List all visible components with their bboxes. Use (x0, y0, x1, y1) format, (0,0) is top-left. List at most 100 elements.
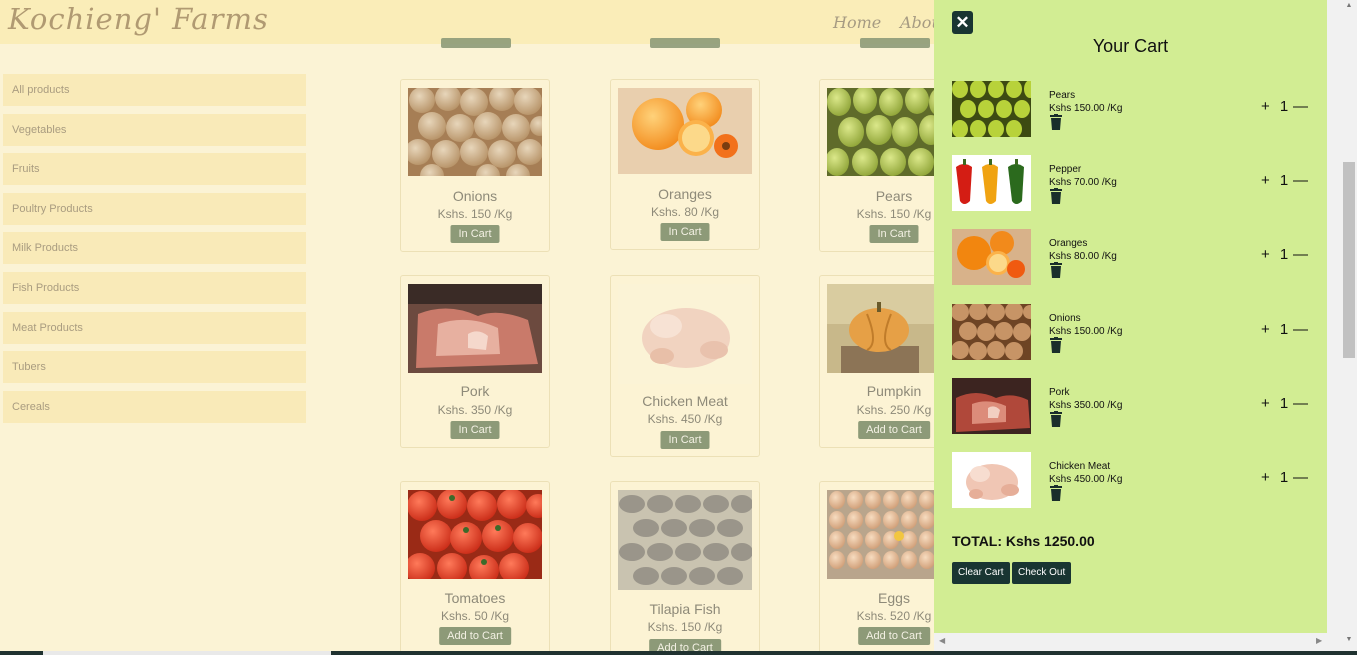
pears-image (827, 88, 941, 176)
cart-horizontal-scrollbar[interactable]: ◀ ▶ (934, 633, 1327, 651)
category-tubers[interactable]: Tubers (3, 351, 306, 384)
category-fish-products[interactable]: Fish Products (3, 271, 306, 304)
product-name: Tomatoes (444, 590, 506, 606)
bottom-bar (0, 651, 1357, 655)
quantity-stepper: +1— (1261, 172, 1321, 189)
add-to-cart-button[interactable]: Add to Cart (858, 421, 930, 439)
cart-item-price: Kshs 150.00 /Kg (1049, 103, 1123, 114)
in-cart-button[interactable]: In Cart (660, 223, 710, 241)
cart-item-price: Kshs 150.00 /Kg (1049, 326, 1123, 337)
category-fruits[interactable]: Fruits (3, 153, 306, 186)
category-cereals[interactable]: Cereals (3, 390, 306, 423)
partial-product-button[interactable] (860, 38, 930, 48)
check-out-button[interactable]: Check Out (1012, 562, 1072, 584)
nav-home-link[interactable]: Home (833, 13, 881, 32)
cart-item-onions: Onions Kshs 150.00 /Kg +1— (952, 304, 1312, 360)
cart-item-price: Kshs 350.00 /Kg (1049, 400, 1123, 411)
product-name: Oranges (658, 186, 712, 202)
trash-icon[interactable] (1049, 188, 1063, 204)
partial-product-button[interactable] (441, 38, 511, 48)
close-icon[interactable]: ✕ (952, 11, 973, 34)
product-price: Kshs. 150 /Kg (437, 207, 513, 221)
onions-image (408, 88, 542, 176)
category-milk-products[interactable]: Milk Products (3, 232, 306, 265)
decrease-quantity-button[interactable]: — (1293, 246, 1308, 263)
quantity-value: 1 (1279, 246, 1289, 263)
trash-icon[interactable] (1049, 337, 1063, 353)
site-logo[interactable]: Kochieng' Farms (8, 2, 269, 36)
trash-icon[interactable] (1049, 114, 1063, 130)
increase-quantity-button[interactable]: + (1261, 469, 1275, 486)
increase-quantity-button[interactable]: + (1261, 98, 1275, 115)
trash-icon[interactable] (1049, 262, 1063, 278)
eggs-image (827, 490, 941, 579)
in-cart-button[interactable]: In Cart (450, 225, 500, 243)
cart-item-pork: Pork Kshs 350.00 /Kg +1— (952, 378, 1312, 434)
product-card-chicken-meat: Chicken Meat Kshs. 450 /Kg In Cart (610, 275, 760, 457)
product-card-tomatoes: Tomatoes Kshs. 50 /Kg Add to Cart (400, 481, 550, 655)
add-to-cart-button[interactable]: Add to Cart (858, 627, 930, 645)
quantity-stepper: +1— (1261, 98, 1321, 115)
quantity-stepper: +1— (1261, 321, 1321, 338)
scroll-right-icon[interactable]: ▶ (1316, 636, 1322, 645)
cart-item-pepper: Pepper Kshs 70.00 /Kg +1— (952, 155, 1312, 211)
cart-total: TOTAL: Kshs 1250.00 (952, 533, 1095, 549)
tilapia-fish-image (618, 490, 752, 590)
pears-thumbnail (952, 81, 1031, 137)
add-to-cart-button[interactable]: Add to Cart (439, 627, 511, 645)
quantity-value: 1 (1279, 321, 1289, 338)
page-vertical-scrollbar[interactable]: ▲ ▼ (1327, 0, 1357, 655)
in-cart-button[interactable]: In Cart (660, 431, 710, 449)
in-cart-button[interactable]: In Cart (450, 421, 500, 439)
scrollbar-thumb[interactable] (1343, 162, 1355, 358)
category-meat-products[interactable]: Meat Products (3, 311, 306, 344)
quantity-stepper: +1— (1261, 469, 1321, 486)
cart-title: Your Cart (1092, 36, 1169, 56)
decrease-quantity-button[interactable]: — (1293, 172, 1308, 189)
category-poultry-products[interactable]: Poultry Products (3, 192, 306, 225)
onions-thumbnail (952, 304, 1031, 360)
product-card-onions: Onions Kshs. 150 /Kg In Cart (400, 79, 550, 252)
scroll-left-icon[interactable]: ◀ (939, 636, 945, 645)
pork-image (408, 284, 542, 373)
category-vegetables[interactable]: Vegetables (3, 113, 306, 146)
increase-quantity-button[interactable]: + (1261, 246, 1275, 263)
increase-quantity-button[interactable]: + (1261, 395, 1275, 412)
pepper-thumbnail (952, 155, 1031, 211)
cart-item-name: Chicken Meat (1049, 461, 1111, 472)
cart-item-pears: Pears Kshs 150.00 /Kg +1— (952, 81, 1312, 137)
product-card-tilapia-fish: Tilapia Fish Kshs. 150 /Kg Add to Cart (610, 481, 760, 655)
product-price: Kshs. 80 /Kg (650, 205, 720, 219)
decrease-quantity-button[interactable]: — (1293, 469, 1308, 486)
product-price: Kshs. 50 /Kg (440, 609, 510, 623)
trash-icon[interactable] (1049, 485, 1063, 501)
in-cart-button[interactable]: In Cart (869, 225, 919, 243)
product-name: Onions (452, 188, 498, 204)
quantity-value: 1 (1279, 98, 1289, 115)
cart-item-name: Onions (1049, 313, 1081, 324)
increase-quantity-button[interactable]: + (1261, 321, 1275, 338)
decrease-quantity-button[interactable]: — (1293, 395, 1308, 412)
decrease-quantity-button[interactable]: — (1293, 321, 1308, 338)
partial-product-button[interactable] (650, 38, 720, 48)
scroll-up-icon[interactable]: ▲ (1343, 2, 1355, 9)
cart-item-name: Pears (1049, 90, 1076, 101)
pork-thumbnail (952, 378, 1031, 434)
product-price: Kshs. 150 /Kg (647, 620, 723, 634)
product-card-oranges: Oranges Kshs. 80 /Kg In Cart (610, 79, 760, 250)
quantity-stepper: +1— (1261, 246, 1321, 263)
decrease-quantity-button[interactable]: — (1293, 98, 1308, 115)
category-sidebar: All products Vegetables Fruits Poultry P… (3, 74, 306, 430)
increase-quantity-button[interactable]: + (1261, 172, 1275, 189)
scroll-down-icon[interactable]: ▼ (1343, 636, 1355, 643)
quantity-stepper: +1— (1261, 395, 1321, 412)
trash-icon[interactable] (1049, 411, 1063, 427)
clear-cart-button[interactable]: Clear Cart (952, 562, 1010, 584)
cart-panel: ✕ Your Cart Pears Kshs 150.00 /Kg +1— Pe… (934, 0, 1327, 633)
product-name: Pork (460, 383, 490, 399)
category-all-products[interactable]: All products (3, 74, 306, 106)
cart-item-price: Kshs 80.00 /Kg (1049, 251, 1117, 262)
product-name: Chicken Meat (642, 393, 728, 409)
pumpkin-image (827, 284, 941, 373)
cart-item-name: Pepper (1049, 164, 1082, 175)
